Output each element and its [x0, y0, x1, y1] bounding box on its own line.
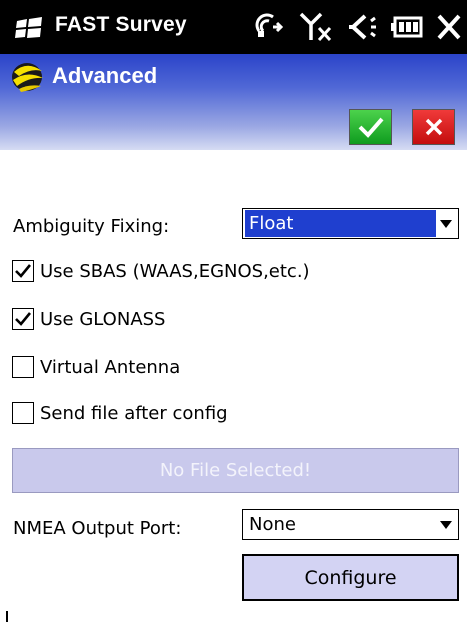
send-file-checkbox[interactable] — [12, 402, 34, 424]
connectivity-icon[interactable] — [255, 13, 285, 41]
ok-button[interactable] — [349, 109, 392, 145]
x-icon — [425, 118, 442, 136]
checkmark-icon — [358, 117, 384, 138]
use-glonass-label: Use GLONASS — [40, 308, 166, 330]
app-logo-icon — [12, 63, 43, 92]
configure-button[interactable]: Configure — [242, 554, 459, 601]
use-sbas-label: Use SBAS (WAAS,EGNOS,etc.) — [40, 260, 310, 282]
send-file-option[interactable]: Send file after config — [12, 398, 228, 428]
nmea-output-port-select[interactable]: None — [242, 509, 459, 540]
use-glonass-option[interactable]: Use GLONASS — [12, 304, 165, 334]
form-content: Ambiguity Fixing: Float Use SBAS (WAAS,E… — [0, 150, 467, 622]
virtual-antenna-option[interactable]: Virtual Antenna — [12, 352, 180, 382]
nmea-output-port-value: None — [249, 514, 296, 535]
nmea-output-port-label: NMEA Output Port: — [13, 518, 182, 539]
ambiguity-fixing-value: Float — [245, 210, 436, 237]
checkmark-icon — [15, 264, 31, 278]
page-header: Advanced — [0, 54, 467, 150]
ambiguity-fixing-select[interactable]: Float — [242, 208, 459, 239]
use-glonass-checkbox[interactable] — [12, 308, 34, 330]
status-bar: FAST Survey — [0, 0, 467, 54]
close-icon[interactable] — [437, 14, 461, 40]
speaker-icon[interactable] — [347, 12, 377, 42]
file-select-button[interactable]: No File Selected! — [12, 448, 459, 493]
windows-flag-icon[interactable] — [14, 17, 44, 39]
use-sbas-checkbox[interactable] — [12, 260, 34, 282]
virtual-antenna-label: Virtual Antenna — [40, 356, 181, 378]
ambiguity-fixing-label: Ambiguity Fixing: — [13, 216, 170, 237]
battery-icon[interactable] — [391, 15, 423, 39]
use-sbas-option[interactable]: Use SBAS (WAAS,EGNOS,etc.) — [12, 256, 310, 286]
checkmark-icon — [15, 312, 31, 326]
app-name: FAST Survey — [55, 13, 187, 36]
dropdown-arrow-icon[interactable] — [440, 521, 452, 529]
signal-off-icon[interactable] — [299, 12, 333, 42]
page-title: Advanced — [52, 63, 158, 88]
scroll-edge — [6, 611, 8, 622]
dropdown-arrow-icon[interactable] — [440, 220, 452, 228]
cancel-button[interactable] — [412, 109, 455, 145]
send-file-label: Send file after config — [40, 402, 228, 424]
virtual-antenna-checkbox[interactable] — [12, 356, 34, 378]
